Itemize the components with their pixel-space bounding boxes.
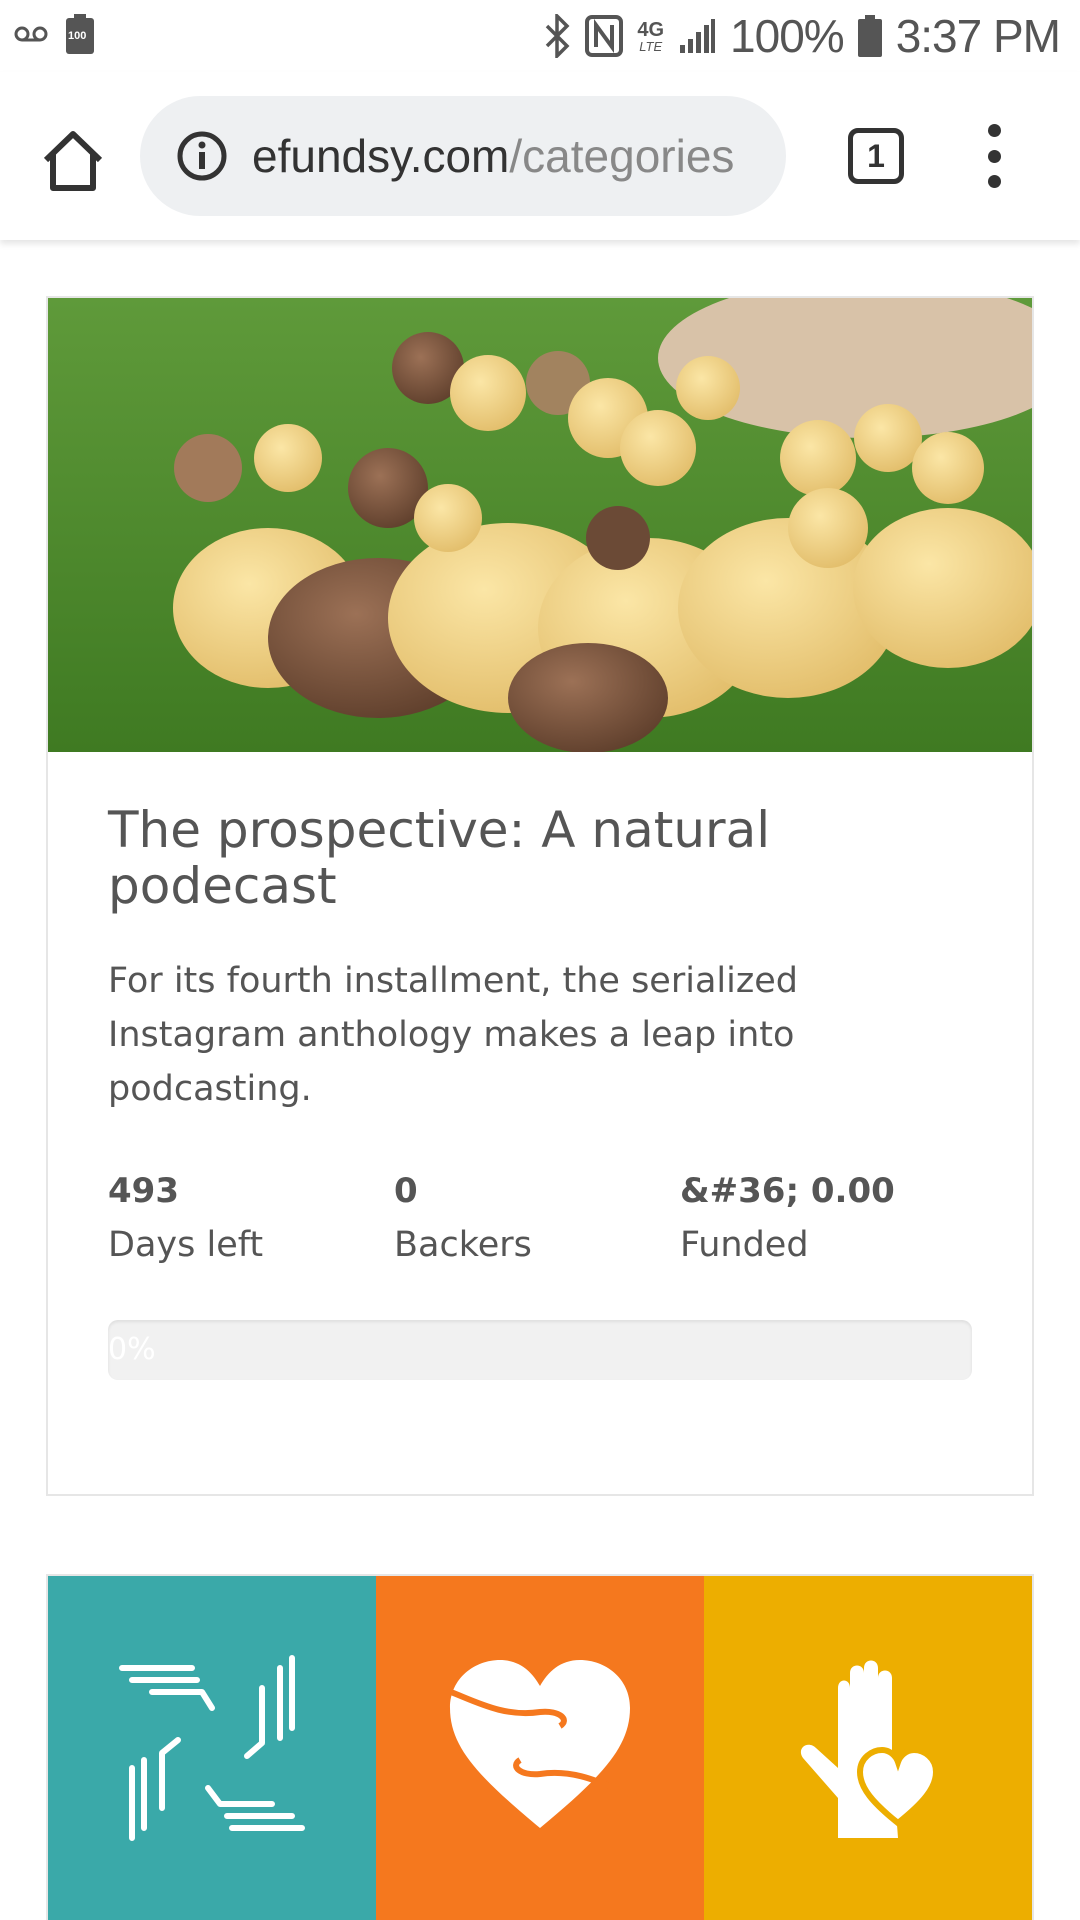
stat-days-left: 493 Days left <box>108 1164 388 1272</box>
stat-label: Backers <box>394 1225 532 1265</box>
tile-community[interactable] <box>48 1576 376 1920</box>
voicemail-icon <box>14 24 48 44</box>
project-description: For its fourth installment, the serializ… <box>108 961 798 1109</box>
tab-switcher-button[interactable]: 1 <box>848 128 904 184</box>
url-text[interactable]: efundsy.com/categories <box>252 126 762 186</box>
project-title[interactable]: The prospective: A natural podecast <box>108 802 978 914</box>
signal-icon <box>678 17 716 55</box>
stat-label: Days left <box>108 1225 264 1265</box>
url-host: efundsy.com <box>252 130 510 182</box>
status-bar: 100 4G LTE 100% 3:37 PM <box>0 0 1080 72</box>
browser-toolbar: efundsy.com/categories 1 <box>0 72 1080 240</box>
network-4g-lte-icon: 4G LTE <box>637 20 664 53</box>
ducklings-photo <box>48 298 1032 752</box>
stat-backers: 0 Backers <box>394 1164 674 1272</box>
url-path: /categories <box>509 130 735 182</box>
home-button[interactable] <box>38 126 108 196</box>
hands-circle-icon <box>119 1655 305 1841</box>
category-tiles <box>46 1574 1034 1920</box>
battery-saver-value: 100 <box>68 30 87 42</box>
project-image[interactable] <box>48 298 1032 752</box>
network-label: 4G <box>637 18 665 41</box>
overflow-menu-button[interactable] <box>974 124 1014 188</box>
card-body: The prospective: A natural podecast For … <box>108 802 978 1380</box>
heart-hands-icon <box>440 1660 640 1828</box>
tile-volunteer[interactable] <box>704 1576 1032 1920</box>
battery-percent: 100% <box>730 10 845 62</box>
battery-saver-icon: 100 <box>66 14 94 54</box>
funding-progress-bar: 0% <box>108 1320 972 1380</box>
stat-value: 0 <box>394 1171 418 1211</box>
battery-icon <box>857 15 882 57</box>
project-card[interactable]: The prospective: A natural podecast For … <box>46 296 1034 1496</box>
stat-value: &#36; 0.00 <box>680 1171 895 1211</box>
progress-label: 0% <box>108 1332 156 1367</box>
menu-dot <box>987 175 1001 188</box>
stat-label: Funded <box>680 1225 809 1265</box>
menu-dot <box>987 149 1001 163</box>
project-stats: 493 Days left 0 Backers &#36; 0.00 Funde… <box>108 1164 978 1274</box>
address-bar[interactable]: efundsy.com/categories <box>140 96 786 216</box>
network-sub-label: LTE <box>639 38 663 54</box>
menu-dot <box>987 124 1001 137</box>
stat-value: 493 <box>108 1171 179 1211</box>
stat-funded: &#36; 0.00 Funded <box>680 1164 960 1272</box>
info-icon[interactable] <box>176 130 228 182</box>
nfc-icon <box>585 15 624 57</box>
tab-count: 1 <box>867 137 885 174</box>
home-icon <box>43 131 103 191</box>
bluetooth-icon <box>545 14 571 58</box>
tile-charity[interactable] <box>376 1576 704 1920</box>
hand-heart-icon <box>800 1660 940 1838</box>
clock: 3:37 PM <box>895 10 1061 62</box>
